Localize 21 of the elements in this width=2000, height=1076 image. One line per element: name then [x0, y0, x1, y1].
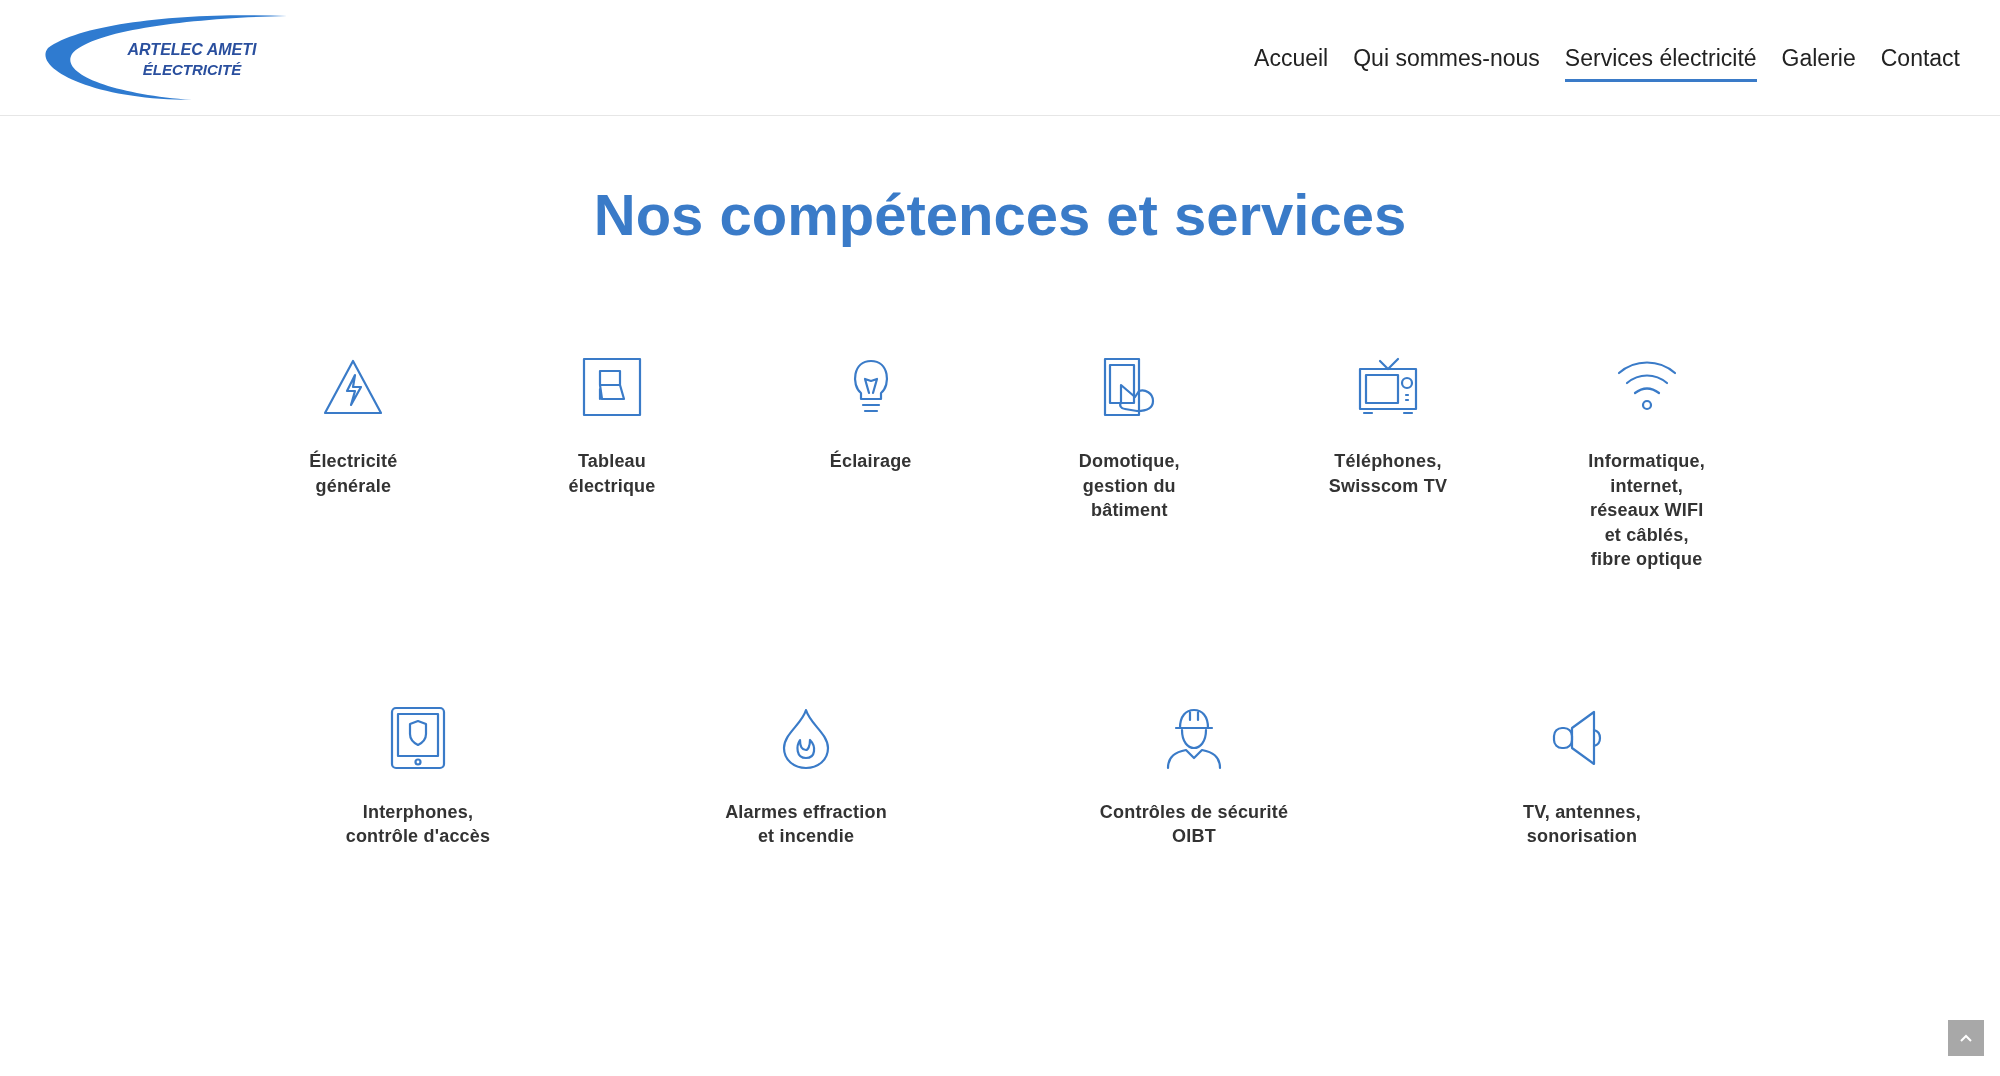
service-label: Téléphones, Swisscom TV: [1328, 450, 1448, 498]
logo-text: ARTELEC AMETI: [127, 39, 257, 60]
logo-text: ÉLECTRICITÉ: [142, 59, 242, 80]
section-heading: Nos compétences et services: [592, 181, 1408, 249]
nav-link[interactable]: Accueil: [1254, 32, 1329, 83]
service-label: Informatique, internet, réseaux WIFI et câblés, fibre optique: [1588, 450, 1705, 571]
caret-up-icon: [1960, 1034, 1972, 1042]
scroll-to-top-button[interactable]: [1948, 1020, 1984, 1056]
nav-link[interactable]: Galerie: [1781, 32, 1856, 83]
nav-link[interactable]: Contact: [1880, 32, 1960, 83]
service-label: Éclairage: [829, 449, 912, 473]
service-label: Tableau électrique: [568, 450, 656, 498]
nav-link[interactable]: Qui sommes-nous: [1353, 32, 1540, 83]
electrical-panel-icon: [580, 355, 644, 419]
service-label: Interphones, contrôle d'accès: [345, 800, 491, 848]
service-label: Alarmes effraction et incendie: [725, 800, 887, 848]
service-label: Électricité générale: [309, 449, 398, 498]
nav-link[interactable]: Services électricité: [1564, 32, 1757, 83]
service-label: TV, antennes, sonorisation: [1523, 800, 1641, 848]
service-label: Domotique, gestion du bâtiment: [1078, 450, 1180, 522]
service-label: Contrôles de sécurité OIBT: [1099, 800, 1289, 848]
